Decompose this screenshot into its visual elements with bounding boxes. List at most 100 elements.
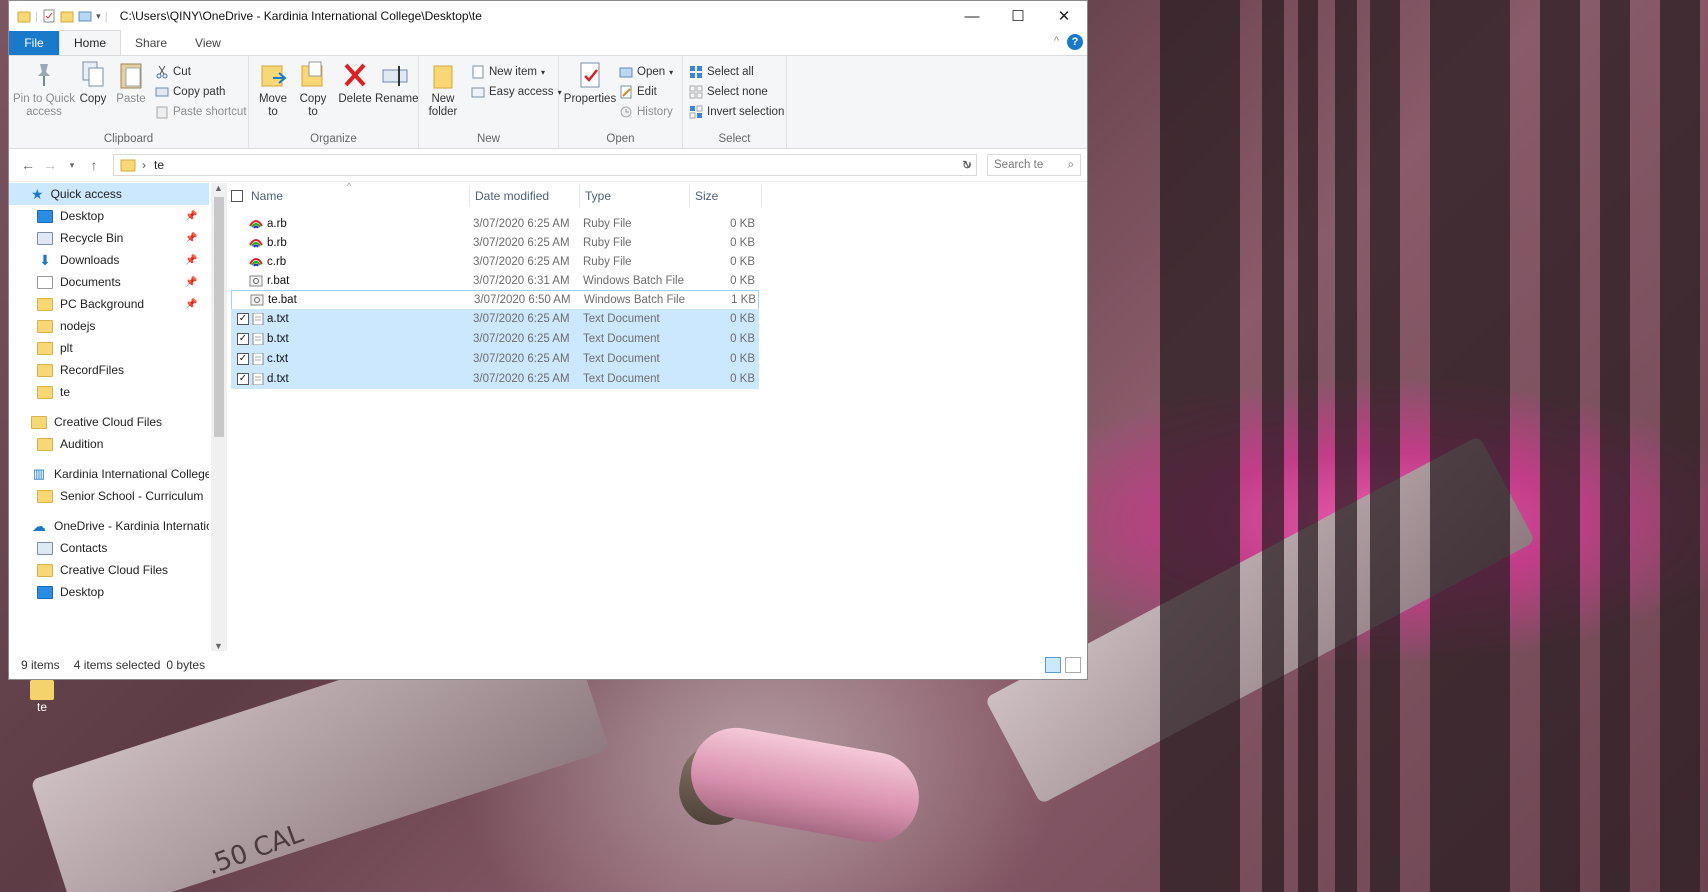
qat-dropdown-icon[interactable]: ▾ [96,11,101,22]
nav-item-pc-background[interactable]: PC Background 📌 [37,293,197,315]
nav-item-te[interactable]: te [37,381,70,403]
file-row[interactable]: r.bat 3/07/2020 6:31 AM Windows Batch Fi… [231,271,759,291]
nav-kardinia[interactable]: ▥ Kardinia International College [31,463,209,485]
row-checkbox[interactable]: ✓ [237,353,249,365]
minimize-button[interactable]: — [949,1,995,31]
row-checkbox[interactable]: ✓ [237,333,249,345]
edit-button[interactable]: Edit [619,82,657,102]
address-bar[interactable]: › te ∨ [113,154,977,176]
row-checkbox[interactable]: ✓ [237,313,249,325]
properties-button[interactable]: Properties [563,60,617,106]
pin-to-quick-access-button[interactable]: Pin to Quick access [13,60,75,119]
file-size: 0 KB [730,353,755,365]
tab-view[interactable]: View [181,31,235,55]
nav-item-nodejs[interactable]: nodejs [37,315,95,337]
nav-item-desktop-onedrive[interactable]: Desktop [37,581,104,603]
nav-item-documents[interactable]: Documents 📌 [37,271,197,293]
new-folder-button[interactable]: New folder [423,60,463,119]
select-all-button[interactable]: Select all [689,62,754,82]
ruby-file-icon [249,258,263,267]
rename-icon[interactable] [78,9,92,23]
new-item-button[interactable]: New item ▾ [471,62,545,82]
open-button[interactable]: Open ▾ [619,62,673,82]
up-button[interactable]: ↑ [83,157,105,173]
nav-item-audition[interactable]: Audition [37,433,103,455]
nav-item-downloads[interactable]: ⬇ Downloads 📌 [37,249,197,271]
forward-button[interactable]: → [39,157,61,173]
nav-item-senior-school[interactable]: Senior School - Curriculum [37,485,203,507]
folder-icon [37,437,53,451]
file-list: Name ^ Date modified Type Size a.rb 3/07… [229,181,1085,653]
folder-icon [17,11,31,23]
nav-item-creative-cloud-files[interactable]: Creative Cloud Files [37,559,168,581]
folder-icon [37,563,53,577]
search-input[interactable]: Search te ⌕ [987,154,1081,176]
large-icons-view-icon[interactable] [1065,657,1081,673]
tab-home[interactable]: Home [59,30,122,55]
recent-locations-button[interactable]: ▾ [61,160,83,171]
column-name[interactable]: Name [251,189,283,203]
breadcrumb-te[interactable]: te [154,158,164,172]
move-to-button[interactable]: Move to [255,60,291,119]
new-folder-icon[interactable] [60,9,74,23]
group-label-open: Open [606,133,635,145]
column-type[interactable]: Type [585,189,611,203]
nav-item-plt[interactable]: plt [37,337,73,359]
nav-quick-access[interactable]: ★ Quick access [9,183,209,205]
nav-creative-cloud[interactable]: Creative Cloud Files [31,411,162,433]
desktop-icon-te[interactable]: te [22,680,62,714]
maximize-button[interactable]: ☐ [995,1,1041,31]
copy-path-button[interactable]: Copy path [155,82,225,102]
scroll-up-icon[interactable]: ▲ [214,183,223,193]
invert-selection-button[interactable]: Invert selection [689,102,784,122]
cut-button[interactable]: Cut [155,62,191,82]
row-checkbox[interactable]: ✓ [237,373,249,385]
column-size[interactable]: Size [695,189,718,203]
tab-file[interactable]: File [9,31,59,55]
file-row[interactable]: b.rb 3/07/2020 6:25 AM Ruby File 0 KB [231,233,759,253]
folder-icon [120,159,136,172]
file-row[interactable]: a.rb 3/07/2020 6:25 AM Ruby File 0 KB [231,214,759,234]
group-label-select: Select [718,133,751,145]
nav-item-recycle-bin[interactable]: Recycle Bin 📌 [37,227,197,249]
scroll-down-icon[interactable]: ▼ [214,641,223,651]
file-row[interactable]: te.bat 3/07/2020 6:50 AM Windows Batch F… [231,290,759,310]
nav-item-contacts[interactable]: Contacts [37,537,107,559]
delete-button[interactable]: Delete [337,60,373,106]
file-size: 1 KB [731,294,756,306]
file-row[interactable]: c.rb 3/07/2020 6:25 AM Ruby File 0 KB [231,252,759,272]
easy-access-button[interactable]: Easy access ▾ [471,82,562,102]
file-size: 0 KB [730,256,755,268]
tab-share[interactable]: Share [121,31,181,55]
file-row[interactable]: ✓ c.txt 3/07/2020 6:25 AM Text Document … [231,349,759,369]
paste-button[interactable]: Paste [113,60,149,106]
text-file-icon [252,313,264,325]
folder-icon [37,297,53,311]
copy-to-button[interactable]: Copy to [295,60,331,119]
nav-item-desktop[interactable]: Desktop 📌 [37,205,197,227]
nav-scrollbar[interactable]: ▲ ▼ [211,183,227,651]
paste-shortcut-button[interactable]: Paste shortcut [155,102,247,122]
rename-button[interactable]: Rename [375,60,418,106]
file-size: 0 KB [730,275,755,287]
properties-icon[interactable] [42,9,56,23]
file-name: b.txt [267,333,289,345]
nav-item-recordfiles[interactable]: RecordFiles [37,359,124,381]
nav-onedrive[interactable]: ☁ OneDrive - Kardinia Internatio [31,515,209,537]
select-all-checkbox[interactable] [231,190,243,202]
help-button[interactable]: ? [1067,34,1083,50]
column-date[interactable]: Date modified [475,189,549,203]
refresh-button[interactable]: ↻ [957,154,977,176]
file-row[interactable]: ✓ d.txt 3/07/2020 6:25 AM Text Document … [231,369,759,389]
ribbon-collapse-icon[interactable]: ^ [1054,35,1059,47]
scrollbar-thumb[interactable] [214,197,224,437]
file-name: a.txt [267,313,289,325]
history-button[interactable]: History [619,102,673,122]
file-row[interactable]: ✓ a.txt 3/07/2020 6:25 AM Text Document … [231,309,759,329]
file-row[interactable]: ✓ b.txt 3/07/2020 6:25 AM Text Document … [231,329,759,349]
select-none-button[interactable]: Select none [689,82,768,102]
close-button[interactable]: ✕ [1041,1,1087,31]
back-button[interactable]: ← [17,157,39,173]
copy-button[interactable]: Copy [75,60,111,106]
details-view-icon[interactable] [1045,657,1061,673]
